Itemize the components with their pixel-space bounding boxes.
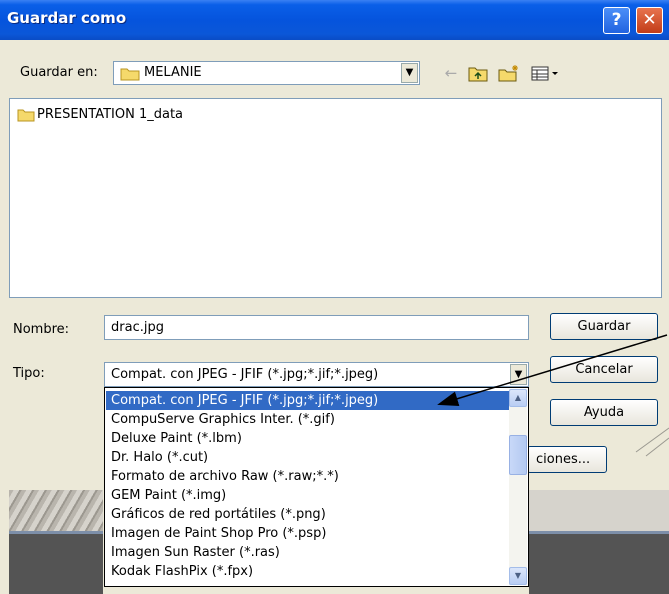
folder-icon: [120, 68, 140, 81]
type-label: Tipo:: [13, 366, 45, 381]
list-item[interactable]: PRESENTATION 1_data: [17, 107, 183, 122]
file-type-combo[interactable]: Compat. con JPEG - JFIF (*.jpg;*.jif;*.j…: [104, 362, 529, 387]
name-label: Nombre:: [13, 322, 70, 337]
up-folder-icon[interactable]: [466, 62, 490, 84]
dropdown-option[interactable]: Gráficos de red portátiles (*.png): [106, 505, 511, 524]
save-as-dialog: Guardar como ? ✕ Guardar en: MELANIE ▼ ←: [0, 0, 669, 594]
dropdown-option[interactable]: Formato de archivo Raw (*.raw;*.*): [106, 467, 511, 486]
image-thumbnail: [9, 490, 103, 534]
dropdown-option[interactable]: GEM Paint (*.img): [106, 486, 511, 505]
help-button[interactable]: Ayuda: [550, 399, 658, 426]
scroll-down-icon[interactable]: ▼: [509, 567, 527, 585]
file-name-input[interactable]: drac.jpg: [104, 315, 529, 340]
help-title-button[interactable]: ?: [603, 7, 630, 34]
folder-icon: [17, 109, 35, 121]
title-bar[interactable]: Guardar como ? ✕: [0, 0, 669, 40]
dropdown-option[interactable]: Compat. con JPEG - JFIF (*.jpg;*.jif;*.j…: [106, 391, 511, 410]
dropdown-option[interactable]: Kodak FlashPix (*.fpx): [106, 562, 511, 581]
background-image: [9, 490, 103, 594]
save-in-value: MELANIE: [144, 65, 202, 80]
dropdown-option[interactable]: Deluxe Paint (*.lbm): [106, 429, 511, 448]
new-folder-icon[interactable]: [497, 62, 521, 84]
back-icon[interactable]: ←: [441, 62, 461, 84]
file-type-dropdown[interactable]: Compat. con JPEG - JFIF (*.jpg;*.jif;*.j…: [104, 387, 529, 587]
background-panel: [529, 490, 669, 594]
dropdown-option[interactable]: Imagen de Paint Shop Pro (*.psp): [106, 524, 511, 543]
save-button[interactable]: Guardar: [550, 313, 658, 340]
scroll-up-icon[interactable]: ▲: [509, 389, 527, 407]
dropdown-option[interactable]: Imagen Sun Raster (*.ras): [106, 543, 511, 562]
chevron-down-icon[interactable]: ▼: [401, 63, 418, 83]
dropdown-option[interactable]: CompuServe Graphics Inter. (*.gif): [106, 410, 511, 429]
dropdown-scrollbar[interactable]: ▲ ▼: [509, 389, 527, 585]
options-button[interactable]: ciones...: [527, 446, 607, 473]
file-name: PRESENTATION 1_data: [37, 107, 184, 122]
file-list[interactable]: PRESENTATION 1_data: [9, 98, 662, 298]
save-in-combo[interactable]: MELANIE ▼: [113, 61, 420, 85]
chevron-down-icon[interactable]: ▼: [510, 364, 527, 385]
file-type-value: Compat. con JPEG - JFIF (*.jpg;*.jif;*.j…: [111, 367, 379, 382]
scroll-thumb[interactable]: [509, 435, 527, 475]
save-in-label: Guardar en:: [20, 65, 98, 80]
cancel-button[interactable]: Cancelar: [550, 356, 658, 383]
view-menu-icon[interactable]: [530, 62, 562, 84]
close-button[interactable]: ✕: [636, 7, 663, 34]
dialog-title: Guardar como: [7, 9, 127, 27]
dropdown-option[interactable]: Dr. Halo (*.cut): [106, 448, 511, 467]
